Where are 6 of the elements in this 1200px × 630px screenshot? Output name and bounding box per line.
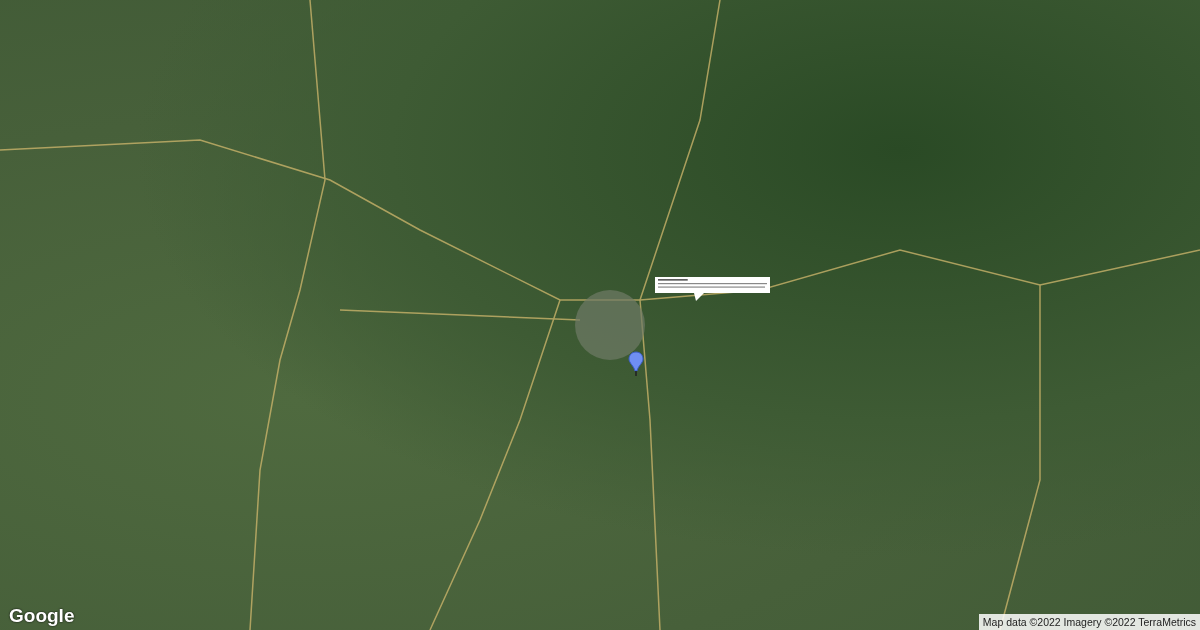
map-marker-icon[interactable]	[628, 351, 644, 377]
google-logo: Google	[9, 605, 75, 627]
info-window-pointer-icon	[694, 293, 704, 301]
urban-area	[575, 290, 645, 360]
satellite-map-imagery[interactable]: Google Map data ©2022 Imagery ©2022 TerraMetrics	[0, 0, 1200, 630]
map-attribution: Map data ©2022 Imagery ©2022 TerraMetrics	[978, 614, 1200, 630]
